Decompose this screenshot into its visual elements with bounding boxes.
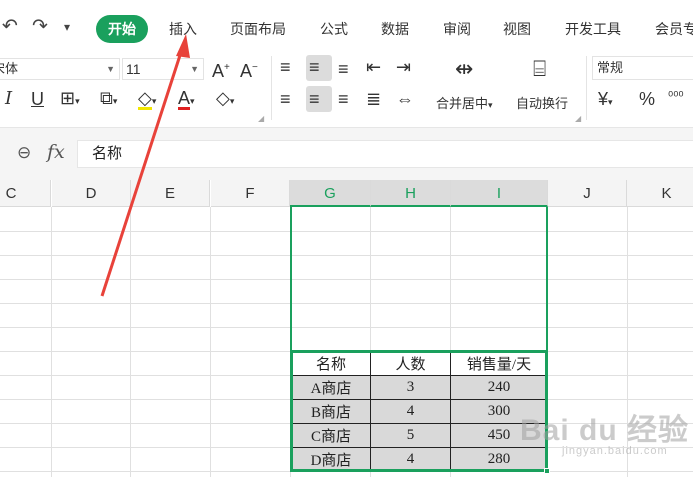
italic-icon[interactable]: I <box>5 88 12 110</box>
eraser-icon[interactable]: ◇▾ <box>216 87 234 112</box>
justify-icon[interactable]: ≣ <box>366 88 381 110</box>
column-header-f[interactable]: F <box>211 180 290 207</box>
table-row: C商店 5 450 <box>291 423 548 448</box>
cell-store[interactable]: D商店 <box>291 447 371 472</box>
watermark: Bai du 经验 jingyan.baidu.com <box>520 405 690 457</box>
header-cell-count[interactable]: 人数 <box>370 351 451 376</box>
grow-font-icon[interactable]: A+ <box>212 57 230 82</box>
watermark-brand: Bai du 经验 <box>520 414 690 447</box>
table-header-row: 名称 人数 销售量/天 <box>291 351 548 376</box>
cell-store[interactable]: A商店 <box>291 375 371 400</box>
cell-sales[interactable]: 280 <box>450 447 548 472</box>
tab-data[interactable]: 数据 <box>381 15 409 43</box>
cell-sales[interactable]: 240 <box>450 375 548 400</box>
formula-input[interactable]: 名称 <box>77 140 693 168</box>
tab-page-layout[interactable]: 页面布局 <box>230 15 286 43</box>
zoom-icon[interactable]: ⊖ <box>17 143 31 163</box>
number-format-select[interactable]: 常规 <box>592 56 693 80</box>
ribbon-toolbar: 宋体 ▼ 11 ▼ A+ A− I U ⊞▾ ⧉▾ ◇▾ A▾ ◇▾ ◢ ≡ ≡… <box>0 50 693 128</box>
column-header-j[interactable]: J <box>548 180 627 207</box>
font-group-launcher-icon[interactable]: ◢ <box>258 114 264 123</box>
tab-insert[interactable]: 插入 <box>169 15 197 43</box>
column-header-g[interactable]: G <box>290 180 371 207</box>
tab-membership[interactable]: 会员专 <box>655 15 693 43</box>
page-break-line <box>547 207 548 347</box>
grid-line <box>0 231 693 232</box>
align-top-icon[interactable]: ≡ <box>280 56 291 78</box>
grid-line <box>0 279 693 280</box>
tab-view[interactable]: 视图 <box>503 15 531 43</box>
font-size-value: 11 <box>126 61 141 77</box>
cell-count[interactable]: 4 <box>370 399 451 424</box>
chevron-down-icon: ▼ <box>106 64 115 74</box>
chevron-down-icon[interactable]: ▾ <box>64 14 70 40</box>
header-cell-sales[interactable]: 销售量/天 <box>450 351 548 376</box>
column-header-k[interactable]: K <box>627 180 693 207</box>
data-table: 名称 人数 销售量/天 A商店 3 240 B商店 4 300 C商店 5 45… <box>291 351 548 472</box>
increase-indent-icon[interactable]: ⇥ <box>396 56 411 78</box>
header-cell-name[interactable]: 名称 <box>291 351 371 376</box>
align-middle-icon: ≡ <box>309 57 320 77</box>
cell-count[interactable]: 4 <box>370 447 451 472</box>
merge-center-button[interactable]: 合并居中▾ <box>436 93 493 112</box>
cell-store[interactable]: C商店 <box>291 423 371 448</box>
shrink-font-icon[interactable]: A− <box>240 57 258 82</box>
font-color-icon[interactable]: A▾ <box>178 87 195 112</box>
underline-icon[interactable]: U <box>31 88 44 110</box>
column-header-c[interactable]: C <box>0 180 51 207</box>
tab-review[interactable]: 审阅 <box>443 15 471 43</box>
align-bottom-icon[interactable]: ≡ <box>338 58 349 80</box>
table-row: A商店 3 240 <box>291 375 548 400</box>
grid-line <box>51 207 52 477</box>
tab-home[interactable]: 开始 <box>96 15 148 43</box>
merge-center-label: 合并居中 <box>436 96 489 111</box>
cell-store[interactable]: B商店 <box>291 399 371 424</box>
fill-color-icon[interactable]: ◇▾ <box>138 87 156 112</box>
table-row: B商店 4 300 <box>291 399 548 424</box>
tab-formulas[interactable]: 公式 <box>320 15 348 43</box>
tab-developer[interactable]: 开发工具 <box>565 15 621 43</box>
redo-icon[interactable]: ↷ <box>32 14 48 40</box>
thousands-separator-icon[interactable]: ⁰⁰⁰ <box>668 86 684 108</box>
chevron-down-icon: ▼ <box>190 64 199 74</box>
column-header-d[interactable]: D <box>52 180 131 207</box>
cell-count[interactable]: 5 <box>370 423 451 448</box>
column-header-e[interactable]: E <box>131 180 210 207</box>
grid-line <box>210 207 211 477</box>
column-header-i[interactable]: I <box>451 180 548 207</box>
currency-icon: ¥ <box>598 89 609 109</box>
font-name-select[interactable]: 宋体 ▼ <box>0 58 120 80</box>
currency-button[interactable]: ¥▾ <box>598 88 613 113</box>
wrap-text-button[interactable]: 自动换行 <box>516 93 568 112</box>
grid-line <box>0 327 693 328</box>
undo-icon[interactable]: ↶ <box>2 14 18 40</box>
align-right-icon[interactable]: ≡ <box>338 88 349 110</box>
merge-center-icon[interactable]: ⇹ <box>455 58 473 80</box>
font-size-select[interactable]: 11 ▼ <box>122 58 204 80</box>
cell-count[interactable]: 3 <box>370 375 451 400</box>
watermark-url: jingyan.baidu.com <box>562 445 668 457</box>
align-group-launcher-icon[interactable]: ◢ <box>575 114 581 123</box>
decrease-indent-icon[interactable]: ⇤ <box>366 56 381 78</box>
percent-icon[interactable]: % <box>639 88 655 110</box>
table-row: D商店 4 280 <box>291 447 548 472</box>
ribbon-separator <box>586 56 587 120</box>
wrap-text-icon[interactable]: ⌸ <box>533 58 546 80</box>
format-painter-icon[interactable]: ⧉▾ <box>100 87 117 112</box>
grid-line <box>130 207 131 477</box>
formula-bar: ⊖ fx 名称 <box>0 128 693 180</box>
fx-icon[interactable]: fx <box>47 141 65 163</box>
column-header-h[interactable]: H <box>371 180 451 207</box>
fill-handle[interactable] <box>544 468 550 474</box>
distributed-icon[interactable]: ⇔ <box>396 88 414 110</box>
font-name-value: 宋体 <box>0 61 19 76</box>
grid-line <box>0 303 693 304</box>
border-icon[interactable]: ⊞▾ <box>60 87 80 112</box>
ribbon-separator <box>271 56 272 120</box>
align-center-icon: ≡ <box>309 89 320 109</box>
ribbon-tab-bar: ↶ ↷ ▾ 开始 插入 页面布局 公式 数据 审阅 视图 开发工具 会员专 <box>0 0 693 50</box>
align-left-icon[interactable]: ≡ <box>280 88 291 110</box>
grid-line <box>0 255 693 256</box>
